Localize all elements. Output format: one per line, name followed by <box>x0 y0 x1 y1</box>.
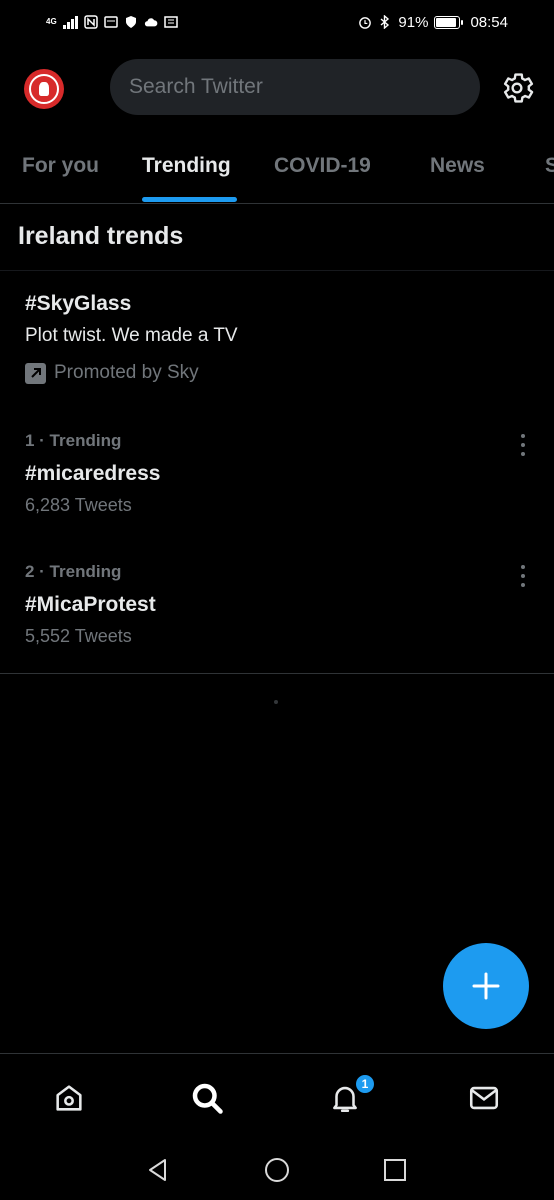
battery-icon <box>434 15 464 29</box>
search-icon[interactable] <box>187 1078 227 1118</box>
notification-badge: 1 <box>354 1073 376 1095</box>
tab-for-you[interactable]: For you <box>22 154 99 178</box>
section-title: Ireland trends <box>18 222 184 250</box>
signal-bars-icon <box>62 15 78 29</box>
more-options-icon[interactable] <box>516 434 530 456</box>
newspaper-icon <box>163 15 178 29</box>
trend-name[interactable]: #micaredress <box>25 462 160 486</box>
divider <box>0 270 554 271</box>
divider <box>0 673 554 674</box>
cloud-icon <box>144 15 158 29</box>
header <box>0 58 554 116</box>
explore-tabs: For you Trending COVID-19 News S <box>0 140 554 204</box>
tab-sports-partial[interactable]: S <box>545 154 554 178</box>
alarm-icon <box>358 15 372 29</box>
trend-name[interactable]: #MicaProtest <box>25 593 156 617</box>
promoted-by-line: Promoted by Sky <box>25 362 199 384</box>
status-left: 4G <box>46 15 178 29</box>
tab-news[interactable]: News <box>430 154 485 178</box>
promoted-label: Promoted by Sky <box>54 362 199 383</box>
more-options-icon[interactable] <box>516 565 530 587</box>
active-tab-indicator <box>142 197 237 202</box>
home-circle-icon[interactable] <box>262 1155 292 1185</box>
clock: 08:54 <box>470 13 508 31</box>
trend-rank: 1 · Trending <box>25 431 122 450</box>
gear-icon[interactable] <box>498 69 536 107</box>
compose-tweet-button[interactable] <box>443 943 529 1029</box>
trend-tweet-count: 6,283 Tweets <box>25 495 132 515</box>
trend-rank: 2 · Trending <box>25 562 122 581</box>
network-type: 4G <box>46 17 57 26</box>
nfc-icon <box>83 15 98 29</box>
battery-percent: 91% <box>398 13 429 31</box>
home-icon[interactable] <box>49 1078 89 1118</box>
system-navigation <box>0 1141 554 1200</box>
bottom-navigation: 1 <box>0 1053 554 1141</box>
promoted-trend-title[interactable]: #SkyGlass <box>25 292 131 316</box>
promoted-arrow-icon <box>25 362 46 384</box>
profile-avatar-icon[interactable] <box>24 69 64 109</box>
search-input[interactable] <box>129 75 480 99</box>
plus-icon <box>472 972 500 1000</box>
bluetooth-icon <box>378 15 392 29</box>
recents-icon[interactable] <box>380 1155 410 1185</box>
status-right: 91% 08:54 <box>358 14 508 31</box>
back-icon[interactable] <box>143 1155 173 1185</box>
tab-trending[interactable]: Trending <box>142 154 231 178</box>
tab-covid-19[interactable]: COVID-19 <box>274 154 371 178</box>
status-bar: 4G 91% 08:54 <box>0 0 554 44</box>
promoted-trend-description: Plot twist. We made a TV <box>25 325 238 346</box>
trend-tweet-count: 5,552 Tweets <box>25 626 132 646</box>
search-bar[interactable] <box>110 59 480 115</box>
news-icon <box>103 15 118 29</box>
loading-indicator <box>274 700 278 704</box>
messages-icon[interactable] <box>464 1078 504 1118</box>
shield-icon <box>124 15 138 29</box>
